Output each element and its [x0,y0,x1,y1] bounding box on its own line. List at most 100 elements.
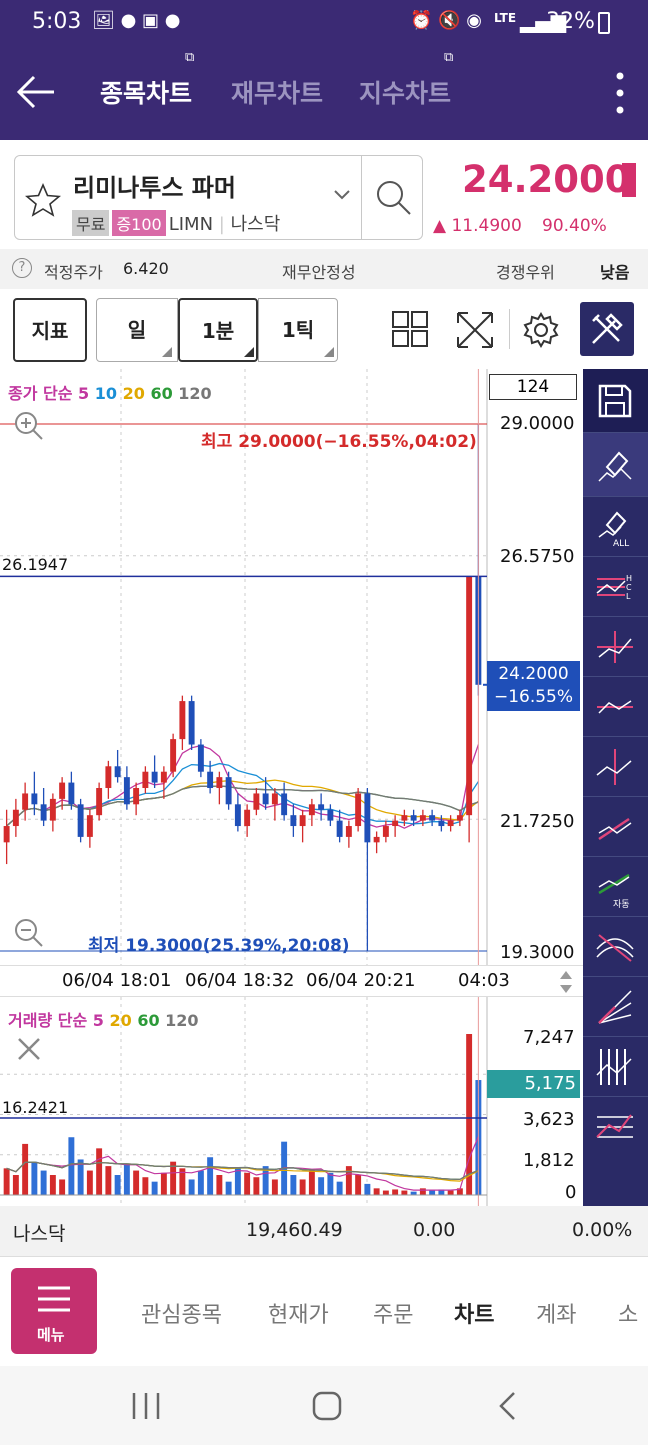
help-icon[interactable]: ? [12,258,32,278]
candle-body [3,826,10,843]
more-options-icon[interactable] [612,70,628,116]
candle-body [142,771,149,789]
volume-bar [318,1177,325,1195]
volume-bar [364,1183,371,1195]
candle-body [31,793,38,805]
nav-account[interactable]: 계좌 [536,1297,576,1329]
margin-tag: 증100 [112,210,166,236]
volume-bar [142,1177,149,1195]
network-label: LTE [494,11,517,25]
volume-bar [429,1190,436,1195]
volume-bar [299,1179,306,1195]
candle-body [179,701,186,740]
period-label: 1틱 [281,318,315,342]
volume-bar [355,1175,362,1195]
volume-bar [447,1190,454,1195]
candle-body [262,793,269,805]
indicator-button[interactable]: 지표 [13,298,87,362]
toolbar-divider [509,309,510,349]
channel-tool[interactable] [583,1097,648,1157]
crosshair-tool[interactable] [583,617,648,677]
candle-count-box[interactable]: 124 [489,374,577,400]
candle-body [123,777,130,805]
y-tick-label: 19.3000 [500,942,575,963]
fibonacci-arc-icon [596,934,634,962]
vol-y-tick-label: 1,812 [523,1150,575,1171]
horizontal-line-tool[interactable] [583,677,648,737]
recent-apps-icon[interactable] [130,1391,162,1421]
candle-body [216,777,223,789]
back-icon[interactable] [496,1390,520,1422]
save-tool[interactable] [583,369,648,433]
erase-all-tool[interactable]: ALL [583,497,648,557]
candle-body [207,771,214,789]
horizontal-line-icon [597,700,633,714]
legend-vma120: 120 [165,1011,199,1030]
nav-order[interactable]: 주문 [373,1297,413,1329]
tab-index-chart[interactable]: 지수차트 [359,74,451,110]
trend-line-tool[interactable] [583,797,648,857]
auto-trend-tool[interactable]: 자동 [583,857,648,917]
volume-bar [40,1170,47,1195]
candle-body [22,793,29,810]
svg-text:L: L [626,592,631,601]
volume-ma-legend[interactable]: 거래량 단순 5 20 60 120 [8,1007,199,1031]
candle-body [327,809,334,821]
candle-body [105,766,112,789]
legend-prefix: 종가 단순 [8,384,73,403]
erase-all-icon: ALL [598,511,629,547]
grid-layout-icon[interactable] [392,311,428,347]
tab-stock-chart[interactable]: 종목차트 [100,74,192,110]
stock-selector[interactable]: 리미나투스 파머 무료 증100 LIMN | 나스닥 [14,155,423,240]
candle-body [299,815,306,827]
candle-body [160,771,167,783]
volume-bar [234,1168,241,1195]
stock-name: 리미나투스 파머 [73,174,236,202]
zoom-in-icon[interactable] [12,409,44,441]
tab-financial-chart[interactable]: 재무차트 [231,74,323,110]
index-change-pct: 0.00% [572,1219,633,1241]
nav-more[interactable]: 소 [618,1297,638,1329]
hcl-line-tool[interactable]: HCL [583,557,648,617]
price-change-pct: 90.40% [542,216,607,236]
search-button[interactable] [361,156,423,239]
volume-bar [216,1175,223,1195]
bottom-navigation: 메뉴 관심종목 현재가 주문 차트 계좌 소 [0,1256,648,1366]
legend-vma20: 20 [109,1011,132,1030]
eraser-tool[interactable] [583,433,648,497]
back-arrow-icon[interactable] [14,72,58,112]
battery-icon [598,12,610,34]
index-ticker-bar[interactable]: 나스닥 19,460.49 0.00 0.00% [0,1206,648,1256]
zoom-out-icon[interactable] [12,916,44,948]
ref-line-label: 26.1947 [2,555,69,574]
parallel-lines-tool[interactable] [583,1037,648,1097]
candle-body [456,815,463,821]
svg-text:자동: 자동 [613,899,630,909]
vol-ref-label: 16.2421 [2,1098,69,1117]
close-volume-icon[interactable] [16,1036,42,1062]
nav-watchlist[interactable]: 관심종목 [141,1297,222,1329]
favorite-star-icon[interactable] [25,182,61,218]
legend-vma60: 60 [137,1011,160,1030]
vertical-line-tool[interactable] [583,737,648,797]
nav-chart[interactable]: 차트 [454,1297,494,1329]
menu-button[interactable]: 메뉴 [11,1268,97,1354]
volume-bar [49,1175,56,1195]
svg-text:ALL: ALL [613,539,629,547]
volume-bar [31,1161,38,1195]
legend-ma120: 120 [178,384,212,403]
current-price: 24.2000 [462,158,631,201]
nav-quote[interactable]: 현재가 [268,1297,329,1329]
candle-body [197,744,204,772]
arc-tool[interactable] [583,917,648,977]
home-icon[interactable] [311,1390,343,1422]
fan-tool[interactable] [583,977,648,1037]
chevron-down-icon[interactable] [333,189,351,201]
drawing-tools-button[interactable] [580,302,634,356]
price-ma-legend[interactable]: 종가 단순 5 10 20 60 120 [8,380,212,404]
scroll-arrows-icon[interactable] [557,968,575,996]
fullscreen-icon[interactable] [456,311,494,349]
settings-gear-icon[interactable] [522,311,560,349]
chart-area[interactable]: 종가 단순 5 10 20 60 120 124 최고 29.0000(−16.… [0,369,583,1206]
status-bar: 5:03 🖼 ● ▣ ● ⏰ 🔇 ◉ LTE ▂▄▆ 32% [0,0,648,46]
